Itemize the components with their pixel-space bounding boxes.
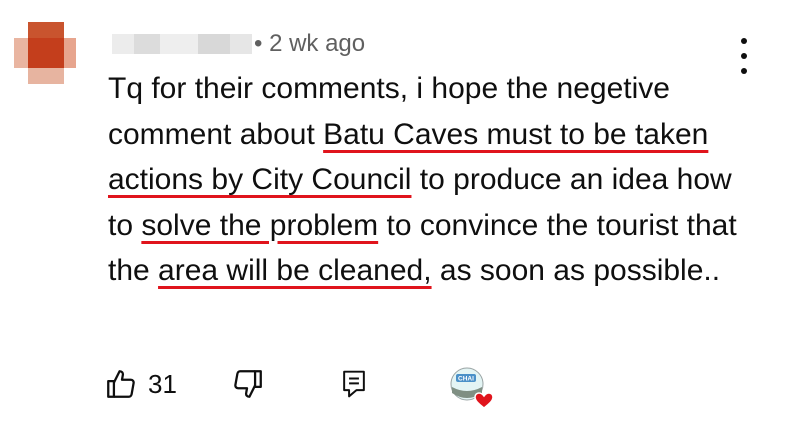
reply-icon <box>339 368 369 400</box>
like-button[interactable]: 31 <box>104 367 177 401</box>
comment-action-bar: 31 <box>104 364 369 404</box>
comment-author-avatar[interactable] <box>14 22 76 84</box>
creator-avatar-text: CHAI <box>458 376 474 383</box>
like-count: 31 <box>148 368 177 399</box>
comment-text-part: as soon as possible.. <box>431 254 721 287</box>
comment-timestamp[interactable]: • 2 wk ago <box>254 30 365 58</box>
comment-author-name-redacted[interactable] <box>112 34 252 54</box>
thumbs-down-icon <box>231 367 265 401</box>
comment-text: Tq for their comments, i hope the negeti… <box>108 66 748 294</box>
highlighted-phrase: solve the problem <box>141 208 379 242</box>
dislike-button[interactable] <box>231 367 265 401</box>
highlighted-phrase: area will be cleaned, <box>158 254 432 287</box>
creator-heart-icon[interactable]: CHAI <box>449 365 499 411</box>
thumbs-up-icon <box>104 367 138 401</box>
reply-button[interactable] <box>339 368 369 400</box>
